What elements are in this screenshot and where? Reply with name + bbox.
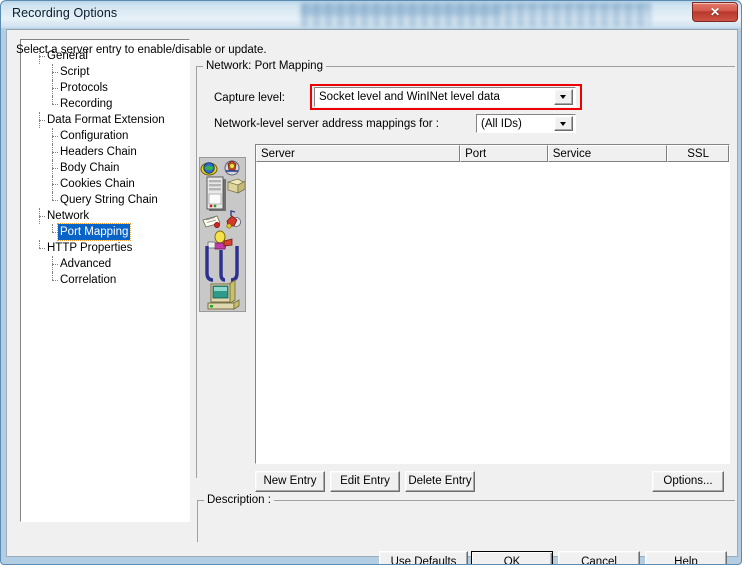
capture-level-label: Capture level: [214, 92, 285, 104]
network-illustration [199, 157, 247, 312]
tree-item-label: Script [60, 66, 90, 78]
description-group-title: Description : [204, 494, 274, 506]
tree-branch-line [35, 240, 45, 256]
network-group-title: Network: Port Mapping [203, 60, 326, 72]
chevron-down-icon[interactable] [554, 116, 573, 131]
tree-branch-line [48, 80, 58, 96]
server-address-mappings-label: Network-level server address mappings fo… [214, 118, 439, 130]
tree-item-recording[interactable]: Recording [35, 96, 167, 112]
tree-branch-line [48, 272, 58, 288]
dialog-client-area: General Script Protocols Recording Data Form… [6, 29, 738, 564]
tree-item-headers-chain[interactable]: Headers Chain [35, 144, 167, 160]
close-button[interactable]: ✕ [692, 2, 738, 22]
tree-item-label: Cookies Chain [60, 178, 135, 190]
close-icon: ✕ [709, 5, 721, 19]
tree-branch-line [35, 112, 45, 128]
settings-tree[interactable]: General Script Protocols Recording Data Form… [35, 48, 167, 288]
new-entry-button[interactable]: New Entry [255, 471, 325, 492]
delete-entry-button[interactable]: Delete Entry [405, 471, 475, 492]
mappings-id-value: (All IDs) [481, 117, 522, 130]
options-button[interactable]: Options... [652, 471, 724, 492]
listview-column-server[interactable]: Server [256, 145, 461, 162]
network-illustration-graphic [200, 160, 247, 310]
tree-item-protocols[interactable]: Protocols [35, 80, 167, 96]
tree-branch-line [48, 96, 58, 112]
tree-item-label: Recording [60, 98, 113, 110]
recording-options-window: Recording Options ✕ General Script Protoco… [0, 0, 742, 565]
use-defaults-accel: U [390, 555, 399, 565]
tree-branch-line [48, 128, 58, 144]
tree-item-advanced[interactable]: Advanced [35, 256, 167, 272]
titlebar-glass-bleed-secondary [301, 7, 501, 16]
listview-column-ssl[interactable]: SSL [667, 145, 729, 162]
tree-item-http-properties[interactable]: HTTP Properties [35, 240, 167, 256]
tree-branch-line [35, 208, 45, 224]
tree-item-port-mapping[interactable]: Port Mapping [35, 223, 167, 241]
description-group: Description : [197, 494, 735, 542]
tree-item-label: Protocols [60, 82, 108, 94]
listview-column-service[interactable]: Service [547, 145, 668, 162]
tree-branch-line [48, 224, 58, 240]
use-defaults-rest: se Defaults [398, 555, 457, 565]
cancel-button[interactable]: Cancel [558, 551, 640, 564]
use-defaults-button[interactable]: Use Defaults [379, 551, 468, 565]
help-button[interactable]: Help [645, 551, 727, 565]
tree-item-label: Data Format Extension [47, 114, 165, 126]
help-label: Help [674, 555, 698, 565]
use-defaults-label: Use Defaults [390, 555, 457, 565]
tree-item-label: Network [47, 210, 90, 222]
tree-branch-line [48, 144, 58, 160]
tree-item-label: Body Chain [60, 162, 120, 174]
help-rest: elp [682, 555, 698, 565]
window-title: Recording Options [12, 6, 118, 20]
tree-item-query-string-chain[interactable]: Query String Chain [35, 192, 167, 208]
tree-branch-line [48, 160, 58, 176]
listview-body[interactable] [256, 162, 729, 463]
chevron-down-icon[interactable] [554, 89, 573, 105]
tree-branch-line [48, 256, 58, 272]
tree-item-label: Query String Chain [60, 194, 158, 206]
tree-branch-line [48, 192, 58, 208]
tree-item-configuration[interactable]: Configuration [35, 128, 167, 144]
edit-entry-button[interactable]: Edit Entry [330, 471, 400, 492]
tree-item-label: Advanced [60, 258, 112, 270]
tree-branch-line [48, 176, 58, 192]
tree-item-label: Correlation [60, 274, 117, 286]
tree-item-correlation[interactable]: Correlation [35, 272, 167, 288]
tree-item-cookies-chain[interactable]: Cookies Chain [35, 176, 167, 192]
tree-item-data-format-extension[interactable]: Data Format Extension [35, 112, 167, 128]
port-mapping-listview[interactable]: Server Port Service SSL [255, 144, 730, 464]
tree-item-network[interactable]: Network [35, 208, 167, 224]
ok-button[interactable]: OK [471, 551, 553, 564]
tree-branch-line [48, 64, 58, 80]
tree-item-label: Port Mapping [56, 223, 132, 241]
tree-item-label: Headers Chain [60, 146, 137, 158]
tree-item-label: Configuration [60, 130, 129, 142]
capture-level-combobox[interactable]: Socket level and WinINet level data [314, 87, 576, 107]
titlebar-glass-bleed [301, 3, 651, 27]
tree-item-body-chain[interactable]: Body Chain [35, 160, 167, 176]
settings-tree-panel[interactable]: General Script Protocols Recording Data Form… [20, 39, 190, 522]
capture-level-value: Socket level and WinINet level data [319, 91, 500, 103]
tree-item-script[interactable]: Script [35, 64, 167, 80]
mappings-id-combobox[interactable]: (All IDs) [476, 114, 576, 133]
tree-item-label: HTTP Properties [47, 242, 133, 254]
listview-column-port[interactable]: Port [460, 145, 548, 162]
listview-header[interactable]: Server Port Service SSL [256, 145, 729, 162]
description-text: Select a server entry to enable/disable … [16, 44, 267, 56]
